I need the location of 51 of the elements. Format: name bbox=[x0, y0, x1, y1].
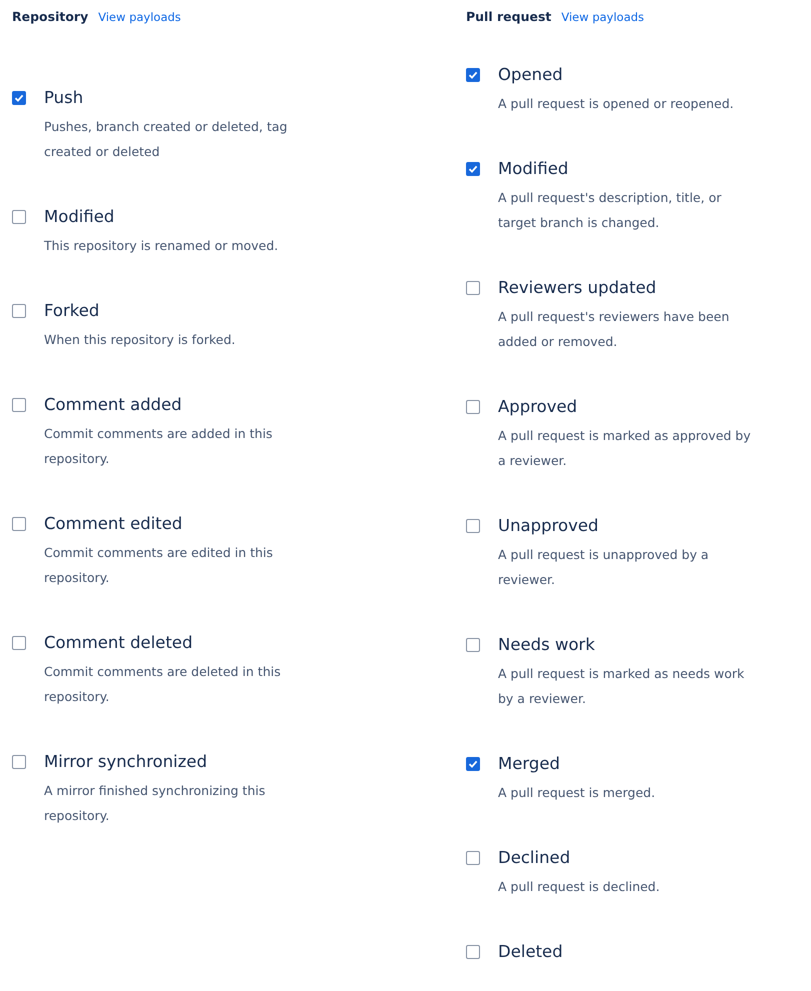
event-label: Reviewers updated bbox=[498, 277, 658, 299]
event-description: A pull request is opened or reopened. bbox=[498, 95, 735, 113]
checkbox[interactable] bbox=[466, 400, 480, 414]
event-description: This repository is renamed or moved. bbox=[44, 237, 280, 255]
checkbox[interactable] bbox=[466, 281, 480, 295]
event-label: Modified bbox=[498, 158, 570, 180]
event-description: When this repository is forked. bbox=[44, 331, 236, 349]
event-label: Comment deleted bbox=[44, 632, 194, 654]
event-label: Comment edited bbox=[44, 513, 184, 535]
event-label: Modified bbox=[44, 206, 116, 228]
event-description: A pull request's reviewers have been added or removed. bbox=[498, 308, 730, 351]
checkbox[interactable] bbox=[12, 398, 26, 412]
event-label: Approved bbox=[498, 396, 578, 418]
checkbox[interactable] bbox=[12, 517, 26, 531]
section-title: Pull request bbox=[466, 8, 552, 26]
checkbox[interactable] bbox=[466, 851, 480, 865]
view-payloads-link[interactable]: View payloads bbox=[561, 7, 644, 27]
event-label: Opened bbox=[498, 64, 564, 86]
checkbox[interactable] bbox=[12, 304, 26, 318]
checkbox[interactable] bbox=[12, 91, 26, 105]
event-label: Deleted bbox=[498, 941, 564, 963]
checkbox[interactable] bbox=[12, 210, 26, 224]
checkbox[interactable] bbox=[466, 757, 480, 771]
event-label: Needs work bbox=[498, 634, 596, 656]
event-description: A pull request is unapproved by a reviewer. bbox=[498, 546, 710, 589]
event-label: Push bbox=[44, 87, 84, 109]
event-label: Declined bbox=[498, 847, 572, 869]
event-description: A pull request's description, title, or target branch is changed. bbox=[498, 189, 722, 232]
event-description: A mirror finished synchronizing this repository. bbox=[44, 782, 266, 825]
checkbox[interactable] bbox=[466, 945, 480, 959]
checkbox[interactable] bbox=[12, 636, 26, 650]
checkbox[interactable] bbox=[466, 162, 480, 176]
event-description: Commit comments are deleted in this repository. bbox=[44, 663, 282, 706]
checkbox[interactable] bbox=[466, 519, 480, 533]
section-title: Repository bbox=[12, 8, 88, 26]
event-description: Pushes, branch created or deleted, tag created or deleted bbox=[44, 118, 288, 161]
checkbox[interactable] bbox=[466, 638, 480, 652]
event-description: A pull request is marked as approved by a reviewer. bbox=[498, 427, 752, 470]
checkbox[interactable] bbox=[466, 68, 480, 82]
event-description: A pull request is merged. bbox=[498, 784, 656, 802]
event-description: A pull request is marked as needs work by a reviewer. bbox=[498, 665, 746, 708]
event-label: Merged bbox=[498, 753, 561, 775]
event-label: Unapproved bbox=[498, 515, 600, 537]
event-label: Comment added bbox=[44, 394, 183, 416]
checkbox[interactable] bbox=[12, 755, 26, 769]
event-description: A pull request is declined. bbox=[498, 878, 661, 896]
event-label: Forked bbox=[44, 300, 100, 322]
event-label: Mirror synchronized bbox=[44, 751, 208, 773]
view-payloads-link[interactable]: View payloads bbox=[98, 7, 181, 27]
event-description: Commit comments are edited in this repository. bbox=[44, 544, 274, 587]
event-description: Commit comments are added in this repository. bbox=[44, 425, 274, 468]
